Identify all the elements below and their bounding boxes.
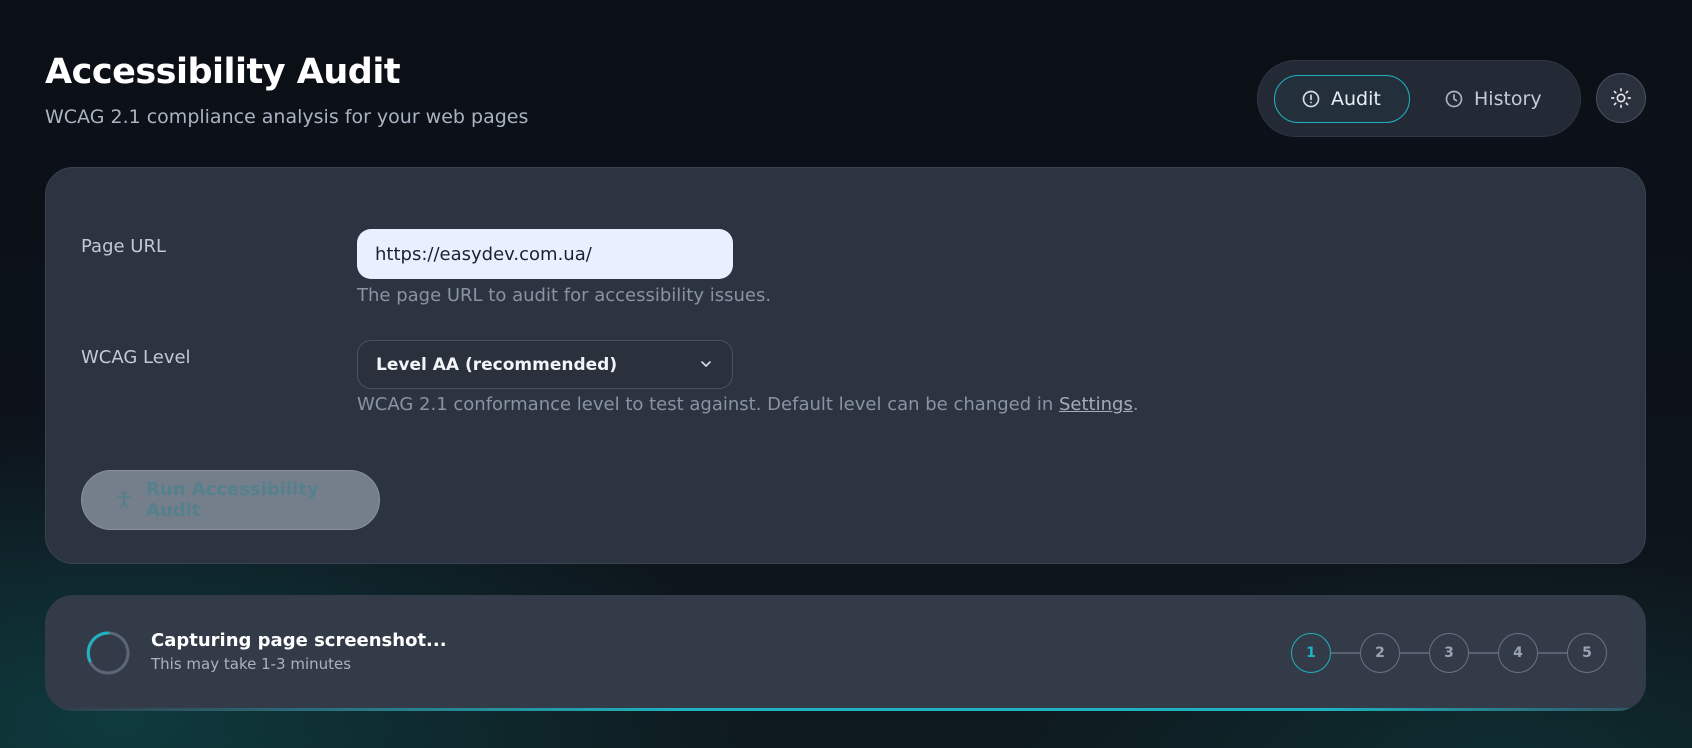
clock-icon <box>1445 90 1463 107</box>
wcag-level-select[interactable]: Level AA (recommended) <box>357 340 733 389</box>
alert-circle-icon <box>1302 90 1320 107</box>
tab-audit[interactable]: Audit <box>1274 74 1410 123</box>
wcag-level-help-suffix: . <box>1132 394 1139 415</box>
loading-spinner-icon <box>86 631 130 675</box>
progress-substatus: This may take 1-3 minutes <box>151 655 352 673</box>
step-2: 2 <box>1360 633 1400 673</box>
run-audit-label: Run Accessibility Audit <box>145 479 319 521</box>
step-4: 4 <box>1498 633 1538 673</box>
page-title: Accessibility Audit <box>45 52 401 92</box>
step-3: 3 <box>1429 633 1469 673</box>
progress-card: Capturing page screenshot... This may ta… <box>45 595 1646 711</box>
step-5: 5 <box>1567 633 1607 673</box>
wcag-level-value: Level AA (recommended) <box>376 354 618 375</box>
view-switcher: Audit History <box>1257 60 1581 137</box>
audit-form-card: Page URL The page URL to audit for acces… <box>45 167 1646 564</box>
progress-status: Capturing page screenshot... <box>151 630 447 651</box>
chevron-down-icon <box>701 361 711 367</box>
wcag-level-label: WCAG Level <box>81 347 191 368</box>
tab-history-label: History <box>1474 87 1542 110</box>
step-connector <box>1538 652 1567 654</box>
step-1: 1 <box>1291 633 1331 673</box>
url-label: Page URL <box>81 236 167 257</box>
step-connector <box>1469 652 1498 654</box>
theme-toggle-button[interactable] <box>1596 73 1646 123</box>
page-header: Accessibility Audit WCAG 2.1 compliance … <box>45 52 528 128</box>
step-connector <box>1400 652 1429 654</box>
step-indicator: 1 2 3 4 5 <box>1291 633 1607 673</box>
tab-audit-label: Audit <box>1331 87 1381 110</box>
run-audit-button[interactable]: Run Accessibility Audit <box>81 470 380 530</box>
wcag-level-help-text: WCAG 2.1 conformance level to test again… <box>357 394 1139 415</box>
step-connector <box>1331 652 1360 654</box>
tab-history[interactable]: History <box>1420 75 1566 123</box>
url-help-text: The page URL to audit for accessibility … <box>357 285 772 306</box>
settings-link[interactable]: Settings <box>1059 394 1133 415</box>
wcag-level-help-prefix: WCAG 2.1 conformance level to test again… <box>357 394 1059 415</box>
accessibility-person-icon <box>117 490 131 509</box>
sun-icon <box>1611 88 1631 108</box>
url-input[interactable] <box>357 229 733 279</box>
page-subtitle: WCAG 2.1 compliance analysis for your we… <box>45 106 529 128</box>
